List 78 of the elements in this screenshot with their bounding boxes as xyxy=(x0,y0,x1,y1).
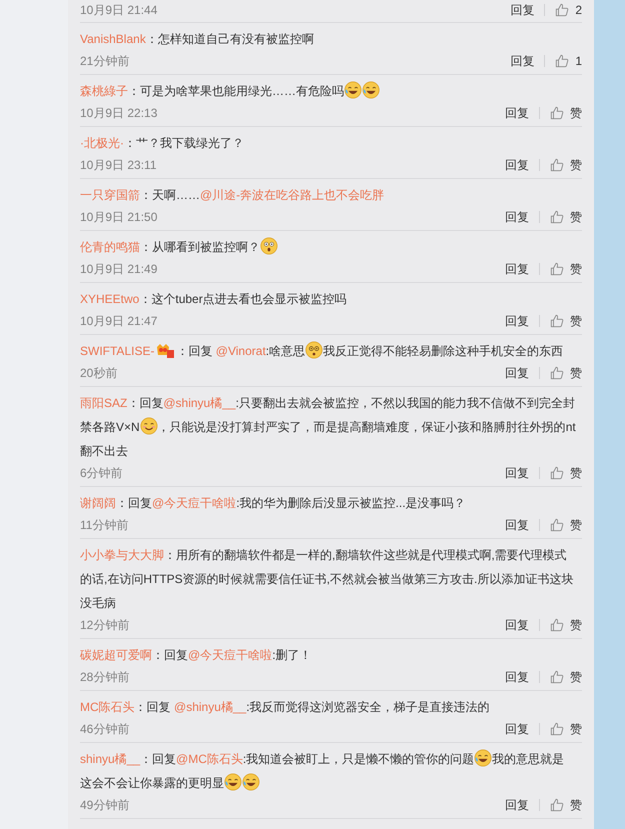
thumbs-up-icon xyxy=(550,518,564,532)
comment-time: 28分钟前 xyxy=(80,669,130,686)
comment-time: 10月9日 21:47 xyxy=(80,313,158,330)
comment-time: 10月9日 22:13 xyxy=(80,105,158,122)
dizzy-face-icon xyxy=(305,341,324,359)
laughing-face-icon xyxy=(242,773,260,791)
like-button[interactable]: 赞 xyxy=(550,516,582,534)
laughing-face-icon xyxy=(224,773,242,791)
comment-time: 46分钟前 xyxy=(80,721,130,738)
like-button[interactable]: 赞 xyxy=(550,796,582,814)
like-button[interactable]: 赞 xyxy=(550,208,582,226)
comment-time: 20秒前 xyxy=(80,365,118,382)
thumbs-up-icon xyxy=(550,106,564,120)
like-button[interactable]: 赞 xyxy=(550,616,582,634)
reply-link[interactable]: 回复 xyxy=(505,516,529,534)
reply-link[interactable]: 回复 xyxy=(505,260,529,278)
laughing-face-icon xyxy=(362,81,380,99)
comment-text: VanishBlank：怎样知道自己有没有被监控啊 xyxy=(80,31,315,48)
reply-link[interactable]: 回复 xyxy=(505,364,529,382)
like-button[interactable]: 赞 xyxy=(550,364,582,382)
comment-time: 10月9日 21:49 xyxy=(80,261,158,278)
comment-text: ·北极光·：艹？我下载绿光了？ xyxy=(80,135,245,152)
laughing-face-icon xyxy=(474,749,492,767)
comment-time: 10月9日 23:11 xyxy=(80,157,156,174)
thumbs-up-icon xyxy=(555,54,570,68)
like-button[interactable]: 赞 xyxy=(550,668,582,686)
reply-link[interactable]: 回复 xyxy=(505,156,529,174)
comment-time: 12分钟前 xyxy=(80,617,130,634)
thumbs-up-icon xyxy=(550,158,564,172)
comment-text: MC陈石头：回复 @shinyu橘__:我反而觉得这浏览器安全，梯子是直接违法的 xyxy=(80,699,491,716)
reply-link[interactable]: 回复 xyxy=(505,796,529,814)
comment-text: 森桃綠子：可是为啥苹果也能用绿光……有危险吗 xyxy=(80,79,576,103)
comment-text: shinyu橘__：回复@MC陈石头:我知道会被盯上，只是懒不懒的管你的问题 我的意思就是这会不会让你暴露的更明显 xyxy=(80,747,576,795)
reply-link[interactable]: 回复 xyxy=(505,720,529,738)
comment-text: XYHEEtwo：这个tuber点进去看也会显示被监控吗 xyxy=(80,291,348,308)
comment-time: 21分钟前 xyxy=(80,53,130,70)
thumbs-up-icon xyxy=(555,3,570,17)
like-button[interactable]: 1 xyxy=(555,52,582,70)
comment-text: 碳妮超可爱啊：回复@今天痘干啥啦:删了！ xyxy=(80,647,313,664)
smiling-face-icon xyxy=(140,417,158,435)
comment-time: 6分钟前 xyxy=(80,465,123,482)
comment-time: 11分钟前 xyxy=(80,517,128,534)
reply-link[interactable]: 回复 xyxy=(505,616,529,634)
reply-link[interactable]: 回复 xyxy=(505,208,529,226)
comment-time: 10月9日 21:50 xyxy=(80,209,158,226)
reply-link[interactable]: 回复 xyxy=(510,1,534,19)
comment-text: SWIFTALISE- ：回复 @Vinorat:啥意思 我反正觉得不能轻易删除这种手机安全的东西 xyxy=(80,339,576,363)
thumbs-up-icon xyxy=(550,314,564,328)
member-badge-icon xyxy=(155,341,176,359)
like-button[interactable]: 赞 xyxy=(550,464,582,482)
reply-link[interactable]: 回复 xyxy=(505,104,529,122)
reply-link[interactable]: 回复 xyxy=(505,668,529,686)
comment-text: 伦青的鸣猫：从哪看到被监控啊？ xyxy=(80,235,576,259)
thumbs-up-icon xyxy=(550,466,564,480)
reply-link[interactable]: 回复 xyxy=(505,312,529,330)
like-button[interactable]: 2 xyxy=(555,1,582,19)
reply-link[interactable]: 回复 xyxy=(510,52,534,70)
comment-text: 小小拳与大大脚：用所有的翻墙软件都是一样的,翻墙软件这些就是代理模式啊,需要代理模式的话,在访问HTTPS资源的时候就需要信任证书,不然就会被当做第三方攻击.所以添加证书这块没毛病 xyxy=(80,547,574,612)
like-button[interactable]: 赞 xyxy=(550,312,582,330)
thumbs-up-icon xyxy=(550,798,564,812)
reply-link[interactable]: 回复 xyxy=(505,464,529,482)
thumbs-up-icon xyxy=(550,366,564,380)
comment-text: 雨阳SAZ：回复@shinyu橘__:只要翻出去就会被监控，不然以我国的能力我不信做不到完全封禁各路V×N ，只能说是没打算封严实了，而是提高翻墙难度，保证小孩和胳膊肘往外拐的nt翻不出去 xyxy=(80,395,576,460)
thumbs-up-icon xyxy=(550,618,564,632)
thumbs-up-icon xyxy=(550,670,564,684)
comment-text: 谢阔阔：回复@今天痘干啥啦:我的华为删除后没显示被监控...是没事吗？ xyxy=(80,495,467,512)
thumbs-up-icon xyxy=(550,262,564,276)
comment-time: 10月9日 21:44 xyxy=(80,2,158,19)
laughing-face-icon xyxy=(344,81,362,99)
thumbs-up-icon xyxy=(550,210,564,224)
like-button[interactable]: 赞 xyxy=(550,104,582,122)
like-button[interactable]: 赞 xyxy=(550,720,582,738)
like-button[interactable]: 赞 xyxy=(550,156,582,174)
comment-text: 一只穿国箭：天啊……@川途-奔波在吃谷路上也不会吃胖 xyxy=(80,187,386,204)
like-button[interactable]: 赞 xyxy=(550,260,582,278)
comment-time: 49分钟前 xyxy=(80,797,130,814)
shocked-face-icon xyxy=(260,237,278,255)
thumbs-up-icon xyxy=(550,722,564,736)
